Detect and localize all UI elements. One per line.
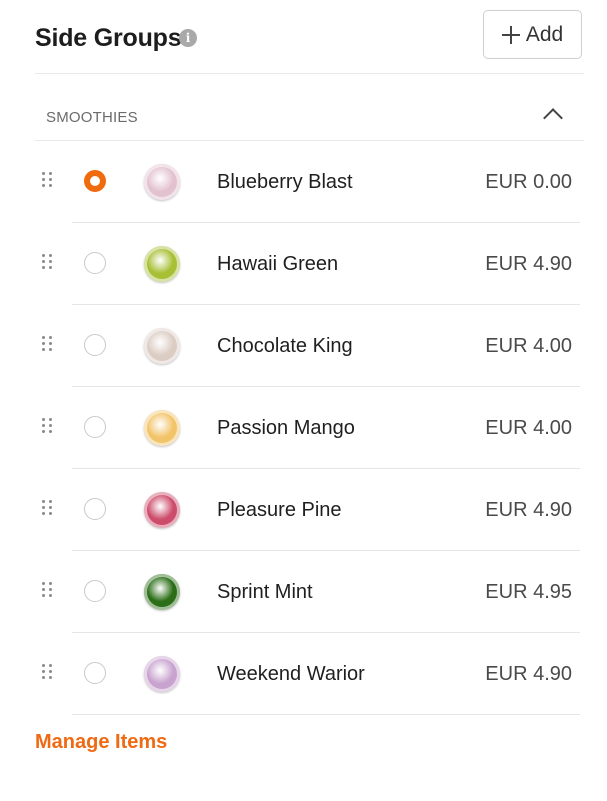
item-radio[interactable]	[84, 334, 106, 356]
item-price: EUR 4.90	[485, 499, 572, 521]
drag-handle-icon[interactable]	[42, 254, 52, 270]
item-name: Passion Mango	[217, 417, 355, 439]
drag-handle-icon[interactable]	[42, 418, 52, 434]
item-radio[interactable]	[84, 416, 106, 438]
item-name: Sprint Mint	[217, 581, 313, 603]
item-radio[interactable]	[84, 170, 106, 192]
item-name: Weekend Warior	[217, 663, 365, 685]
item-price: EUR 4.95	[485, 581, 572, 603]
item-price: EUR 4.00	[485, 335, 572, 357]
item-name: Pleasure Pine	[217, 499, 342, 521]
add-button-label: Add	[525, 22, 564, 46]
item-radio[interactable]	[84, 498, 106, 520]
drag-handle-icon[interactable]	[42, 664, 52, 680]
list-item[interactable]: Hawaii Green EUR 4.90	[0, 223, 607, 305]
smoothie-thumbnail	[144, 492, 180, 528]
item-radio[interactable]	[84, 252, 106, 274]
item-radio[interactable]	[84, 662, 106, 684]
manage-items-link[interactable]: Manage Items	[35, 731, 167, 754]
smoothie-thumbnail	[144, 328, 180, 364]
drag-handle-icon[interactable]	[42, 582, 52, 598]
item-price: EUR 4.00	[485, 417, 572, 439]
item-radio[interactable]	[84, 580, 106, 602]
plus-icon	[501, 25, 520, 44]
list-item[interactable]: Blueberry Blast EUR 0.00	[0, 141, 607, 223]
smoothie-thumbnail	[144, 656, 180, 692]
chevron-up-icon[interactable]	[543, 108, 563, 128]
item-name: Blueberry Blast	[217, 171, 353, 193]
row-divider	[72, 714, 580, 715]
smoothie-thumbnail	[144, 410, 180, 446]
smoothie-thumbnail	[144, 574, 180, 610]
item-price: EUR 0.00	[485, 171, 572, 193]
add-button[interactable]: Add	[483, 10, 582, 59]
list-item[interactable]: Chocolate King EUR 4.00	[0, 305, 607, 387]
side-groups-header: Side Groups i Add	[35, 10, 584, 74]
item-price: EUR 4.90	[485, 663, 572, 685]
drag-handle-icon[interactable]	[42, 500, 52, 516]
group-title: SMOOTHIES	[46, 109, 138, 126]
list-item[interactable]: Passion Mango EUR 4.00	[0, 387, 607, 469]
item-list: Blueberry Blast EUR 0.00 Hawaii Green EU…	[0, 141, 607, 715]
list-item[interactable]: Sprint Mint EUR 4.95	[0, 551, 607, 633]
drag-handle-icon[interactable]	[42, 336, 52, 352]
page-title: Side Groups	[35, 24, 182, 52]
list-item[interactable]: Weekend Warior EUR 4.90	[0, 633, 607, 715]
list-item[interactable]: Pleasure Pine EUR 4.90	[0, 469, 607, 551]
item-price: EUR 4.90	[485, 253, 572, 275]
item-name: Hawaii Green	[217, 253, 339, 275]
info-icon[interactable]: i	[179, 29, 197, 47]
item-name: Chocolate King	[217, 335, 353, 357]
drag-handle-icon[interactable]	[42, 172, 52, 188]
smoothie-thumbnail	[144, 164, 180, 200]
group-header-smoothies[interactable]: SMOOTHIES	[35, 94, 584, 141]
smoothie-thumbnail	[144, 246, 180, 282]
